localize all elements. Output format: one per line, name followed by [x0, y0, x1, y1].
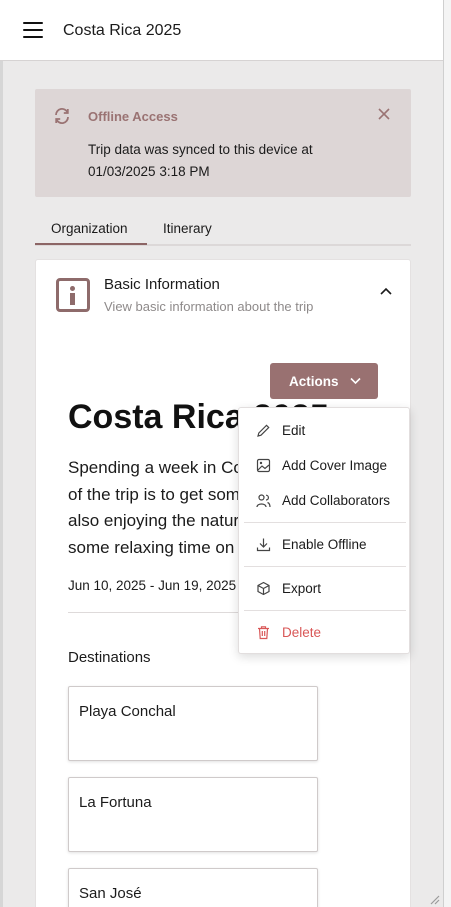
banner-message: Trip data was synced to this device at 0…: [88, 142, 313, 179]
section-subtitle: View basic information about the trip: [104, 299, 314, 314]
menu-item-label: Add Collaborators: [282, 493, 391, 508]
menu-item-label: Add Cover Image: [282, 458, 388, 473]
menu-separator: [244, 522, 406, 523]
destination-card[interactable]: San José: [68, 868, 318, 907]
active-tab-indicator: [35, 243, 147, 245]
tab-itinerary[interactable]: Itinerary: [163, 221, 212, 236]
menu-separator: [244, 566, 406, 567]
top-app-bar: Costa Rica 2025: [0, 0, 443, 61]
close-icon[interactable]: [377, 107, 391, 121]
destination-card[interactable]: La Fortuna: [68, 777, 318, 852]
users-icon: [256, 494, 271, 508]
sync-icon: [55, 108, 69, 124]
destination-card[interactable]: Playa Conchal: [68, 686, 318, 761]
destination-name: San José: [79, 885, 142, 902]
info-icon: [56, 278, 90, 312]
download-icon: [256, 538, 271, 552]
trash-icon: [258, 626, 269, 640]
menu-item-label: Enable Offline: [282, 537, 367, 552]
image-icon: [256, 458, 271, 473]
window-edge: [0, 61, 3, 907]
section-title: Basic Information: [104, 276, 220, 293]
destinations-label: Destinations: [68, 649, 151, 666]
tab-bar: Organization Itinerary: [35, 214, 411, 246]
menu-item-enable-offline[interactable]: Enable Offline: [239, 529, 409, 559]
menu-item-label: Export: [282, 581, 322, 596]
offline-access-banner: Offline Access Trip data was synced to t…: [35, 89, 411, 197]
destination-name: La Fortuna: [79, 794, 152, 811]
destination-name: Playa Conchal: [79, 703, 176, 720]
menu-item-delete[interactable]: Delete: [239, 617, 409, 647]
actions-menu: Edit Add Cover Image Add Collaborators E…: [238, 407, 410, 654]
scrollbar[interactable]: [443, 0, 451, 907]
menu-icon[interactable]: [23, 22, 43, 39]
menu-item-add-collaborators[interactable]: Add Collaborators: [239, 485, 409, 515]
menu-item-label: Delete: [282, 625, 322, 640]
trip-dates: Jun 10, 2025 - Jun 19, 2025: [68, 578, 237, 593]
menu-separator: [244, 610, 406, 611]
menu-item-label: Edit: [282, 423, 306, 438]
chevron-up-icon[interactable]: [380, 287, 392, 295]
menu-item-edit[interactable]: Edit: [239, 415, 409, 445]
menu-item-export[interactable]: Export: [239, 573, 409, 603]
pencil-icon: [257, 424, 270, 437]
chevron-down-icon: [350, 377, 361, 385]
export-icon: [257, 581, 270, 596]
actions-button[interactable]: Actions: [270, 363, 378, 399]
app-title: Costa Rica 2025: [63, 22, 182, 39]
resize-grip-icon[interactable]: [428, 893, 440, 905]
tab-organization[interactable]: Organization: [51, 221, 128, 236]
banner-title: Offline Access: [88, 109, 178, 124]
actions-button-label: Actions: [289, 374, 339, 389]
menu-item-add-cover-image[interactable]: Add Cover Image: [239, 450, 409, 480]
